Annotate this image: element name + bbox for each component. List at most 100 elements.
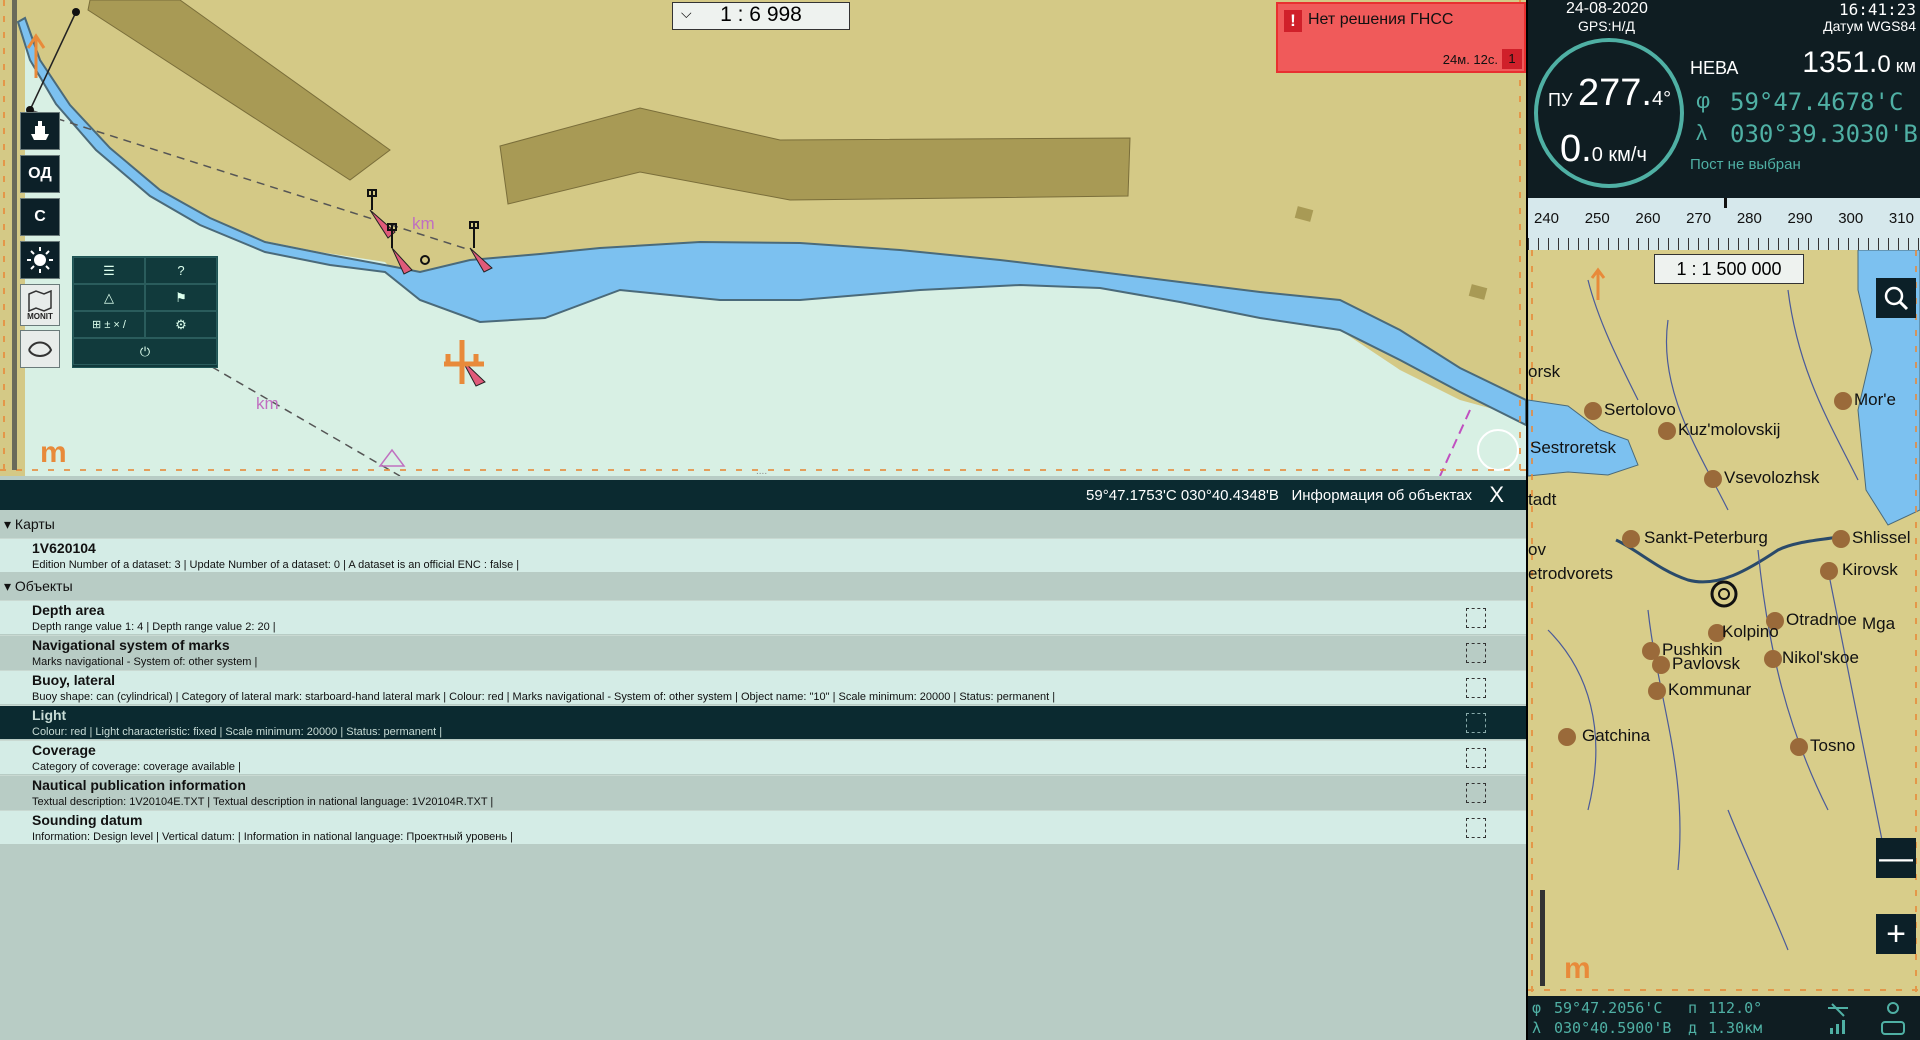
- highlight-toggle-icon[interactable]: [1466, 748, 1486, 768]
- m-logo: m: [40, 436, 67, 469]
- alert-icon: !: [1284, 10, 1302, 32]
- object-row-sounding-datum[interactable]: Sounding datum Information: Design level…: [0, 810, 1526, 844]
- city-label: Mor'e: [1854, 390, 1896, 409]
- c-button[interactable]: С: [20, 198, 60, 236]
- object-desc: Textual description: 1V20104E.TXT | Text…: [32, 796, 494, 808]
- city-label: ov: [1528, 540, 1546, 559]
- route-icon[interactable]: [20, 330, 60, 368]
- info-coords: 59°47.1753'С 030°40.4348'В: [1086, 487, 1279, 504]
- map-row[interactable]: 1V620104 Edition Number of a dataset: 3 …: [0, 538, 1526, 572]
- city-label: Pavlovsk: [1672, 654, 1741, 673]
- chart-scale[interactable]: ⌵ 1 : 6 998: [672, 2, 850, 30]
- gps-status: GPS:Н/Д: [1578, 18, 1635, 34]
- highlight-toggle-icon[interactable]: [1466, 783, 1486, 803]
- distance-value-status: 1.30км: [1708, 1019, 1763, 1037]
- map-book-icon: [28, 289, 52, 312]
- compass-tick: 300: [1838, 210, 1864, 227]
- section-maps[interactable]: ▾ Карты: [0, 510, 1526, 538]
- km-label-2: km: [256, 394, 279, 413]
- map-name: 1V620104: [32, 540, 96, 556]
- compass-tick: 240: [1534, 210, 1560, 227]
- compass-tick: 270: [1686, 210, 1712, 227]
- overview-m-logo: m: [1564, 952, 1591, 985]
- object-name: Coverage: [32, 742, 96, 758]
- city-label: Kommunar: [1668, 680, 1752, 699]
- search-icon[interactable]: [1876, 278, 1916, 318]
- heading-label: ПУ: [1548, 90, 1573, 110]
- object-desc: Buoy shape: can (cylindrical) | Category…: [32, 691, 1056, 703]
- speed-small: 0 км/ч: [1591, 144, 1647, 166]
- panel-resize-handle[interactable]: ....: [756, 466, 767, 477]
- city-label: Kolpino: [1722, 622, 1779, 641]
- gnss-alert[interactable]: ! Нет решения ГНСС 24м. 12с. 1: [1276, 2, 1526, 73]
- compass-ticks: [1528, 238, 1920, 250]
- city-dot: [1558, 728, 1576, 746]
- object-row-buoy[interactable]: Buoy, lateral Buoy shape: can (cylindric…: [0, 670, 1526, 704]
- city-dot: [1648, 682, 1666, 700]
- signal-icon[interactable]: [1824, 1000, 1852, 1040]
- object-name: Nautical publication information: [32, 777, 246, 793]
- heading-big: 277.: [1578, 72, 1652, 114]
- section-objects-label: Объекты: [14, 578, 73, 594]
- section-objects[interactable]: ▾ Объекты: [0, 572, 1526, 600]
- highlight-toggle-icon[interactable]: [1466, 713, 1486, 733]
- city-dot: [1764, 650, 1782, 668]
- compass-tick-labels: 240 250 260 270 280 290 300 310: [1528, 210, 1920, 232]
- menu-triangle-icon[interactable]: △: [73, 284, 145, 311]
- city-dot: [1834, 392, 1852, 410]
- alert-message: Нет решения ГНСС: [1308, 11, 1454, 28]
- highlight-toggle-icon[interactable]: [1466, 678, 1486, 698]
- object-row-depth-area[interactable]: Depth area Depth range value 1: 4 | Dept…: [0, 600, 1526, 634]
- city-label: Sertolovo: [1604, 400, 1676, 419]
- menu-measure-icon[interactable]: ⊞ ± × /: [73, 311, 145, 338]
- zoom-out-button[interactable]: —: [1876, 838, 1916, 878]
- city-label: Sestroretsk: [1530, 438, 1616, 457]
- compass-tick: 250: [1584, 210, 1610, 227]
- status-lon-symbol: λ: [1532, 1019, 1542, 1037]
- menu-power-icon[interactable]: ⏻: [73, 338, 217, 365]
- post-status: Пост не выбран: [1690, 156, 1801, 173]
- menu-map-flag-icon[interactable]: ⚑: [145, 284, 217, 311]
- od-button[interactable]: ОД: [20, 155, 60, 193]
- city-label: Mga: [1862, 614, 1896, 633]
- main-area: km km m ⌵ 1 : 6 998 ! Нет решения ГНСС 2…: [0, 0, 1526, 1040]
- highlight-toggle-icon[interactable]: [1466, 608, 1486, 628]
- object-row-coverage[interactable]: Coverage Category of coverage: coverage …: [0, 740, 1526, 774]
- object-row-light[interactable]: Light Colour: red | Light characteristic…: [0, 705, 1526, 739]
- distance-small: 0: [1877, 51, 1891, 78]
- object-row-nav-system[interactable]: Navigational system of marks Marks navig…: [0, 635, 1526, 669]
- close-icon[interactable]: X: [1489, 482, 1504, 508]
- object-row-nautical-pub[interactable]: Nautical publication information Textual…: [0, 775, 1526, 809]
- scale-arrow-icon: ⌵: [681, 5, 692, 21]
- object-name: Light: [32, 707, 67, 723]
- city-label: Kirovsk: [1842, 560, 1898, 579]
- menu-settings-icon[interactable]: ⚙: [145, 311, 217, 338]
- zoom-in-button[interactable]: +: [1876, 914, 1916, 954]
- info-header-text: 59°47.1753'С 030°40.4348'В Информация об…: [1086, 487, 1472, 504]
- distance-symbol: д: [1688, 1019, 1698, 1037]
- datum: Датум WGS84: [1823, 18, 1916, 34]
- object-desc: Category of coverage: coverage available…: [32, 761, 241, 773]
- heading-value: 277.4°: [1578, 72, 1671, 115]
- city-dot: [1704, 470, 1722, 488]
- monit-button[interactable]: MONIT: [20, 284, 60, 326]
- menu-help-icon[interactable]: ?: [145, 257, 217, 284]
- alert-count: 1: [1502, 49, 1522, 69]
- menu-list-icon[interactable]: ☰: [73, 257, 145, 284]
- brightness-icon[interactable]: [20, 241, 60, 279]
- nautical-chart[interactable]: km km m ⌵ 1 : 6 998 ! Нет решения ГНСС 2…: [0, 0, 1526, 476]
- status-latitude: 59°47.2056'С: [1554, 999, 1663, 1017]
- bearing-value: 112.0°: [1708, 999, 1763, 1017]
- city-label: Nikol'skoe: [1782, 648, 1859, 667]
- object-desc: Colour: red | Light characteristic: fixe…: [32, 726, 443, 738]
- settings-icon[interactable]: [1878, 1000, 1908, 1040]
- highlight-toggle-icon[interactable]: [1466, 643, 1486, 663]
- city-label: Sankt-Peterburg: [1644, 528, 1768, 547]
- overview-scale[interactable]: 1 : 1 500 000: [1654, 254, 1804, 284]
- highlight-toggle-icon[interactable]: [1466, 818, 1486, 838]
- info-title: Информация об объектах: [1291, 487, 1472, 504]
- object-info-panel: .... 59°47.1753'С 030°40.4348'В Информац…: [0, 466, 1526, 1040]
- speed-value: 0.0 км/ч: [1560, 128, 1647, 171]
- overview-map[interactable]: 1 : 1 500 000 — + m orsk Sertolovo Kuz'm…: [1528, 250, 1920, 996]
- ship-icon[interactable]: [20, 112, 60, 150]
